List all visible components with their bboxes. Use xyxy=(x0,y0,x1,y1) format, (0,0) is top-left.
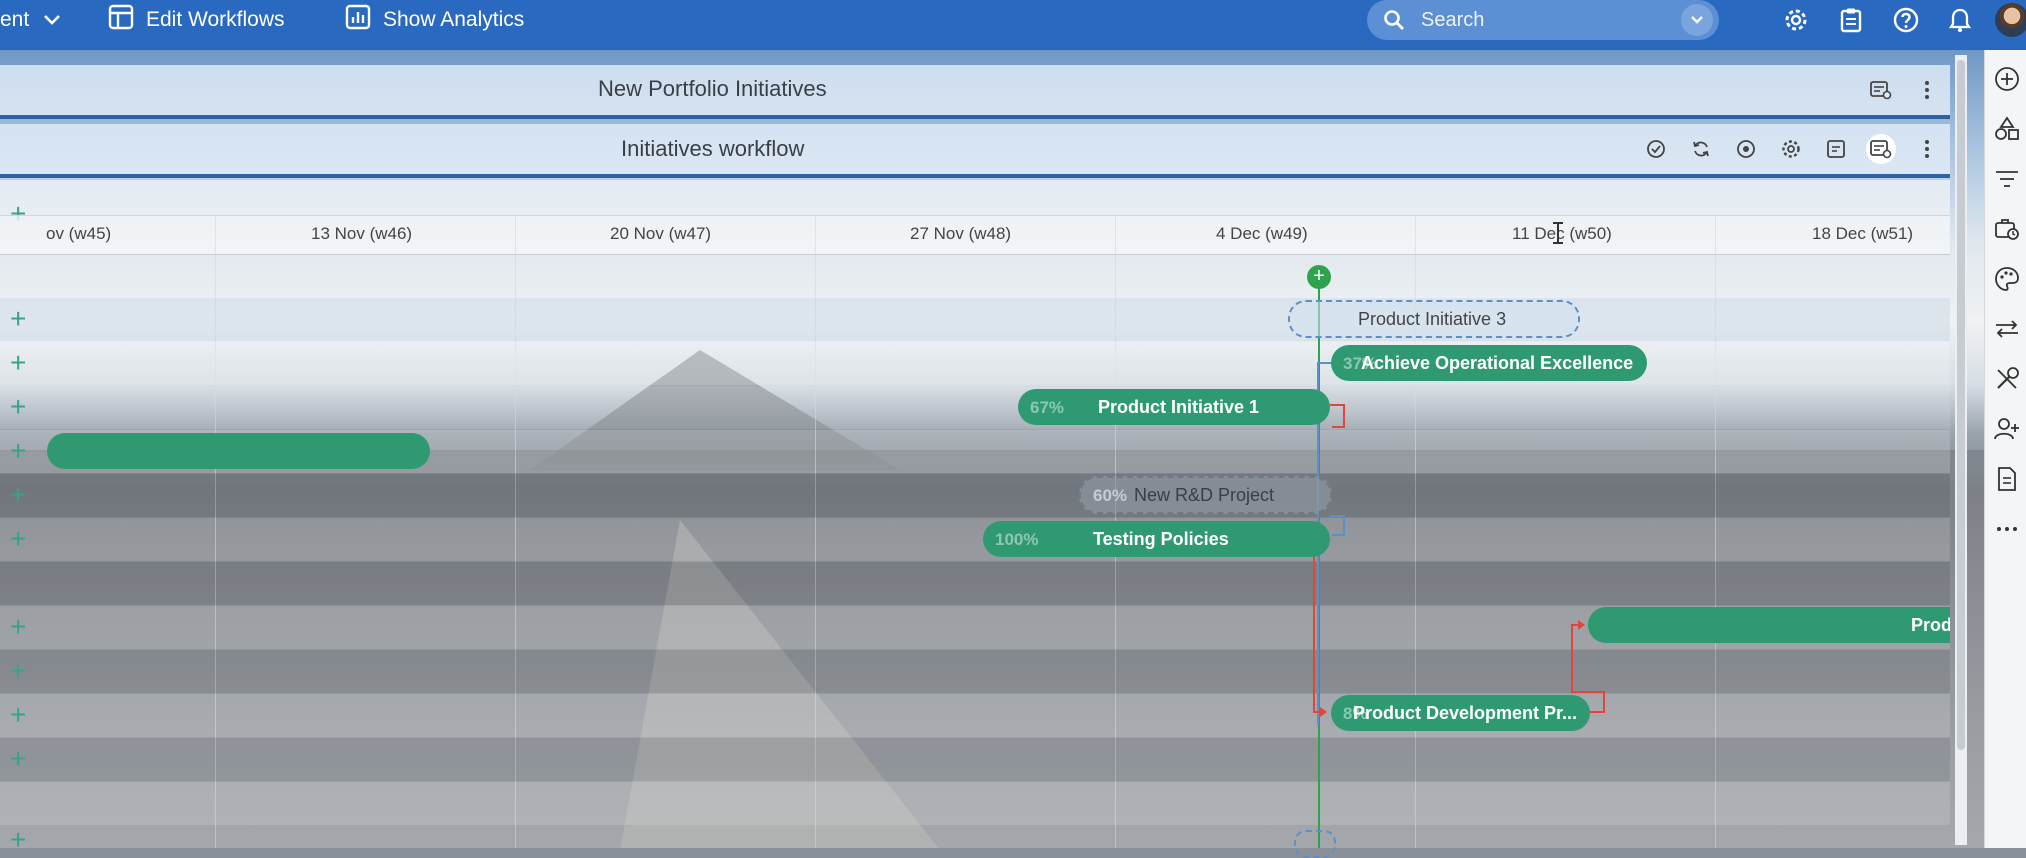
bar-product-development[interactable]: 8% Product Development Pr... xyxy=(1331,695,1590,731)
bar-progress: 100% xyxy=(995,530,1039,549)
chevron-down-icon[interactable] xyxy=(43,8,61,32)
more-icon[interactable] xyxy=(1993,515,2021,543)
document-icon[interactable] xyxy=(1993,465,2021,493)
table-icon xyxy=(108,4,134,36)
add-row-button[interactable]: + xyxy=(10,826,26,854)
scrollbar-thumb[interactable] xyxy=(1957,60,1965,750)
timeline-row: + xyxy=(0,694,1950,737)
page-title: New Portfolio Initiatives xyxy=(598,76,827,101)
edit-workflows-label: Edit Workflows xyxy=(146,8,285,31)
add-row-button[interactable]: + xyxy=(10,525,26,553)
shapes-icon[interactable] xyxy=(1993,115,2021,143)
right-sidebar xyxy=(1984,50,2026,848)
search-box[interactable]: Search xyxy=(1367,0,1719,40)
timeline-row xyxy=(0,782,1950,825)
bar-prod-partial[interactable]: Prod xyxy=(1588,607,1950,643)
timeline-row: + xyxy=(0,650,1950,693)
timeline-row: + xyxy=(0,474,1950,517)
timeline-row xyxy=(0,562,1950,605)
bar-offscreen[interactable] xyxy=(1294,830,1336,858)
filter-icon[interactable] xyxy=(1993,165,2021,193)
bar-new-rd-project[interactable]: 60% New R&D Project xyxy=(1079,476,1332,514)
bar-label: Product Development Pr... xyxy=(1353,703,1578,723)
add-circle-icon[interactable] xyxy=(1993,65,2021,93)
clipboard-icon[interactable] xyxy=(1835,4,1867,36)
week-label: ov (w45) xyxy=(46,224,112,243)
bar-label: Product Initiative 1 xyxy=(1098,397,1260,417)
add-row-button[interactable]: + xyxy=(10,657,26,685)
add-user-icon[interactable] xyxy=(1993,415,2021,443)
notes-icon[interactable] xyxy=(1821,134,1851,164)
week-label: 18 Dec (w51) xyxy=(1812,224,1914,243)
add-row-button[interactable]: + xyxy=(10,481,26,509)
bar-label: Prod xyxy=(1911,615,1950,635)
timeline-row: + xyxy=(0,298,1950,341)
add-row-button[interactable]: + xyxy=(10,701,26,729)
show-analytics-label: Show Analytics xyxy=(383,8,525,31)
add-row-button[interactable]: + xyxy=(10,393,26,421)
add-row-button[interactable]: + xyxy=(10,745,26,773)
week-label: 13 Nov (w46) xyxy=(311,224,413,243)
add-row-button[interactable]: + xyxy=(10,437,26,465)
workflow-panel: Initiatives workflow xyxy=(0,124,1950,178)
bar-testing-policies[interactable]: 100% Testing Policies xyxy=(983,521,1330,557)
bar-unlabeled[interactable] xyxy=(47,433,430,469)
settings-icon[interactable] xyxy=(1776,134,1806,164)
tools-icon[interactable] xyxy=(1993,365,2021,393)
workspace-menu-label: ent xyxy=(0,8,30,31)
more-vertical-icon[interactable] xyxy=(1912,75,1942,105)
bar-product-initiative-3[interactable]: Product Initiative 3 xyxy=(1288,300,1580,338)
bar-label: Product Initiative 3 xyxy=(1358,309,1507,329)
week-label: 20 Nov (w47) xyxy=(610,224,712,243)
portfolio-panel: New Portfolio Initiatives xyxy=(0,65,1950,119)
search-input[interactable]: Search xyxy=(1421,9,1484,32)
search-options-chevron-icon[interactable] xyxy=(1681,4,1713,36)
avatar[interactable] xyxy=(1995,3,2026,37)
bar-label: Achieve Operational Excellence xyxy=(1361,353,1634,373)
bar-label: New R&D Project xyxy=(1134,485,1275,505)
edit-workflows-button[interactable]: Edit Workflows xyxy=(108,0,284,40)
refresh-icon[interactable] xyxy=(1686,134,1716,164)
swap-icon[interactable] xyxy=(1993,315,2021,343)
bar-product-initiative-1[interactable]: 67% Product Initiative 1 xyxy=(1018,389,1330,425)
analytics-icon xyxy=(345,4,371,36)
bar-progress: 67% xyxy=(1030,398,1065,417)
briefcase-clock-icon[interactable] xyxy=(1993,215,2021,243)
text-cursor-icon xyxy=(1553,222,1563,244)
gear-icon[interactable] xyxy=(1780,4,1812,36)
add-row-button[interactable]: + xyxy=(10,349,26,377)
timeline-row: + xyxy=(0,518,1950,561)
bell-icon[interactable] xyxy=(1944,4,1976,36)
palette-icon[interactable] xyxy=(1993,265,2021,293)
week-label: 27 Nov (w48) xyxy=(910,224,1012,243)
timeline-row: + xyxy=(0,738,1950,781)
search-icon xyxy=(1383,9,1405,36)
vertical-scrollbar[interactable] xyxy=(1955,55,1967,845)
week-header: ov (w45) 13 Nov (w46) 20 Nov (w47) 27 No… xyxy=(0,215,1950,255)
timeline-top-strip xyxy=(0,180,1950,215)
week-label: 4 Dec (w49) xyxy=(1216,224,1308,243)
more-vertical-icon[interactable] xyxy=(1912,134,1942,164)
check-circle-icon[interactable] xyxy=(1641,134,1671,164)
workflow-title: Initiatives workflow xyxy=(621,136,805,161)
add-row-button[interactable]: + xyxy=(10,613,26,641)
bar-label: Testing Policies xyxy=(1093,529,1229,549)
report-icon-active[interactable] xyxy=(1866,134,1896,164)
timeline-row: + xyxy=(0,386,1950,429)
dependency-lines xyxy=(1313,362,1605,725)
bar-progress: 60% xyxy=(1093,486,1128,505)
help-icon[interactable] xyxy=(1890,4,1922,36)
timeline-row: + xyxy=(0,342,1950,385)
target-icon[interactable] xyxy=(1731,134,1761,164)
show-analytics-button[interactable]: Show Analytics xyxy=(345,0,524,40)
add-row-button[interactable]: + xyxy=(10,305,26,333)
report-icon[interactable] xyxy=(1866,75,1896,105)
top-bar: ent Edit Workflows Show Analytics Search xyxy=(0,0,2026,50)
today-marker[interactable]: + xyxy=(1307,265,1331,289)
bar-achieve-operational-excellence[interactable]: 37% Achieve Operational Excellence xyxy=(1331,345,1647,381)
workspace-menu[interactable]: ent xyxy=(0,0,61,40)
